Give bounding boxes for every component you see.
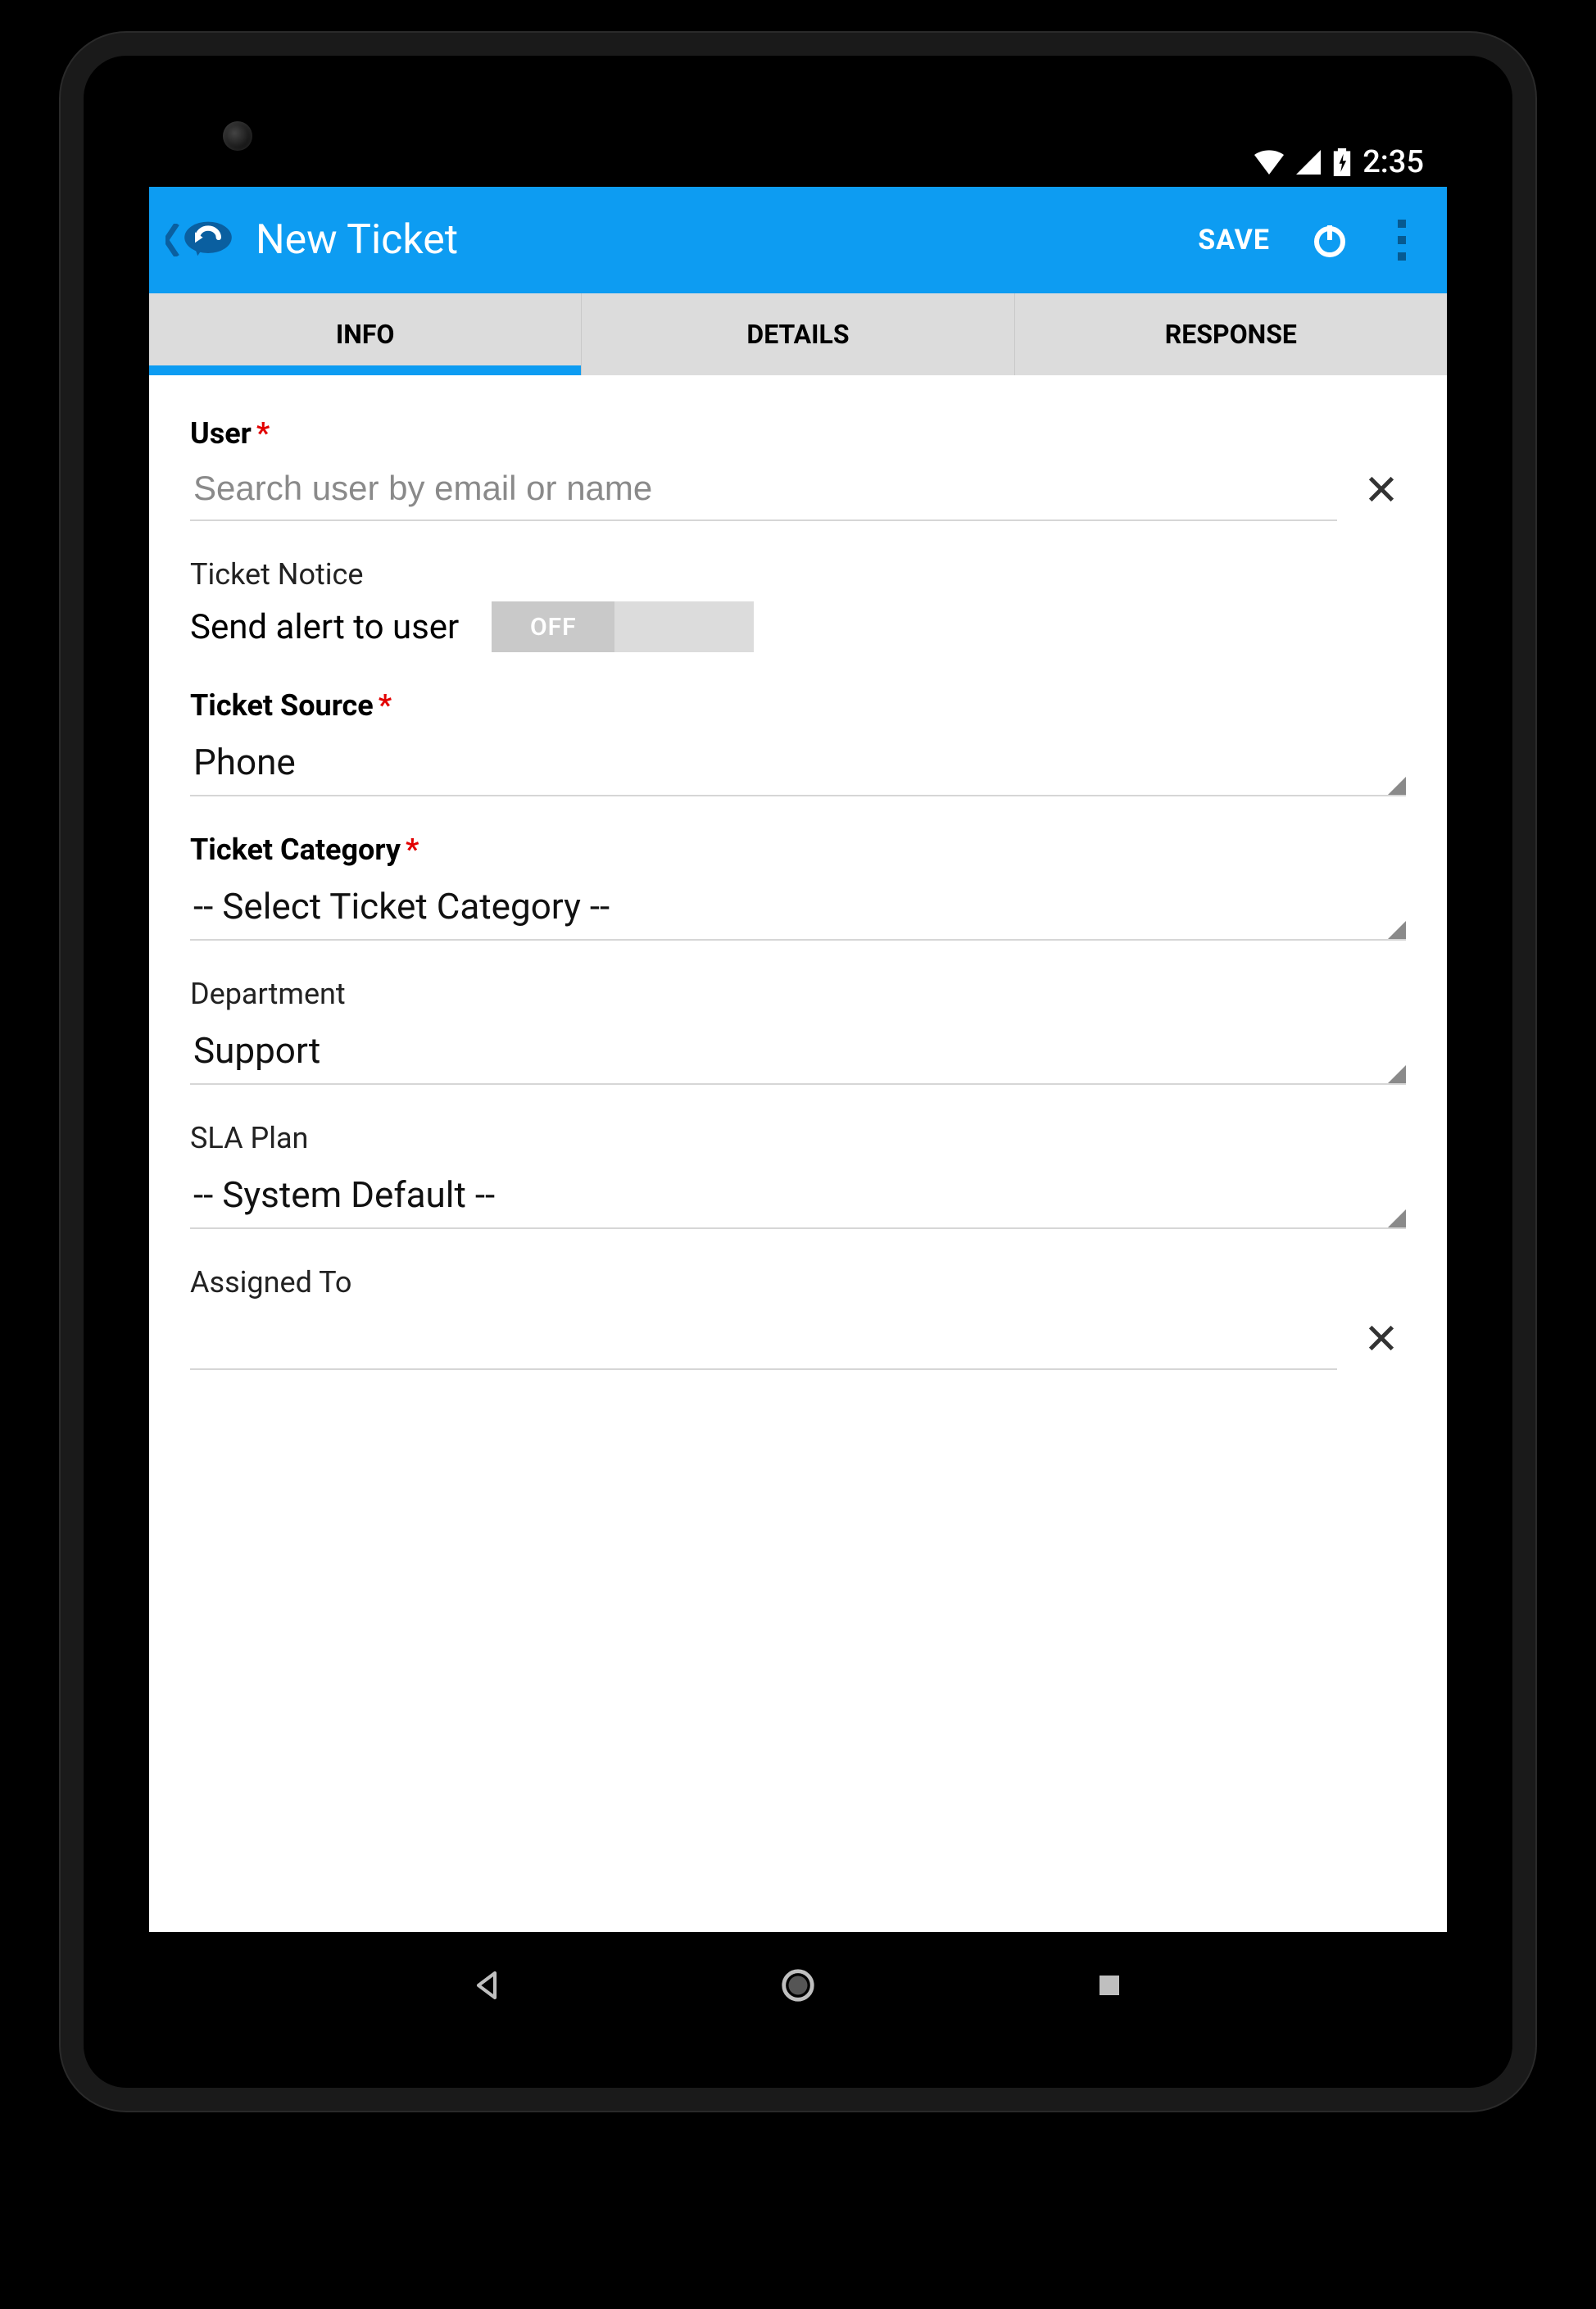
tab-label: RESPONSE bbox=[1165, 319, 1297, 350]
nav-recents-button[interactable] bbox=[1085, 1961, 1134, 2010]
nav-home-button[interactable] bbox=[773, 1961, 823, 2010]
tab-label: INFO bbox=[336, 319, 395, 350]
notice-toggle[interactable]: OFF bbox=[492, 601, 754, 652]
wifi-icon bbox=[1254, 150, 1284, 175]
clear-assigned-button[interactable] bbox=[1357, 1315, 1406, 1365]
app-bar: New Ticket SAVE bbox=[149, 187, 1447, 293]
app-logo-icon bbox=[182, 219, 234, 261]
form-content: User* Ticket Notice Send alert to user bbox=[149, 375, 1447, 1932]
field-sla-plan: SLA Plan -- System Default -- bbox=[190, 1121, 1406, 1229]
source-label: Ticket Source* bbox=[190, 688, 1406, 723]
source-select[interactable]: Phone bbox=[190, 733, 1406, 796]
tablet-frame: 2:35 New Ticket SAVE bbox=[61, 33, 1535, 2111]
back-button[interactable] bbox=[165, 219, 234, 261]
dropdown-caret-icon bbox=[1388, 777, 1406, 795]
circle-home-icon bbox=[779, 1967, 817, 2004]
square-recents-icon bbox=[1095, 1971, 1124, 2000]
field-ticket-notice: Ticket Notice Send alert to user OFF bbox=[190, 557, 1406, 652]
category-label: Ticket Category* bbox=[190, 832, 1406, 867]
source-value: Phone bbox=[193, 741, 1403, 783]
department-label: Department bbox=[190, 977, 1406, 1011]
field-ticket-category: Ticket Category* -- Select Ticket Catego… bbox=[190, 832, 1406, 941]
camera-dot bbox=[223, 121, 252, 151]
tab-label: DETAILS bbox=[746, 319, 849, 350]
battery-charging-icon bbox=[1333, 148, 1351, 176]
user-label: User* bbox=[190, 416, 1406, 451]
tab-bar: INFO DETAILS RESPONSE bbox=[149, 293, 1447, 375]
department-value: Support bbox=[193, 1029, 1403, 1072]
triangle-back-icon bbox=[470, 1969, 503, 2002]
overflow-menu-button[interactable] bbox=[1373, 220, 1431, 261]
power-icon bbox=[1310, 220, 1349, 260]
power-button[interactable] bbox=[1301, 220, 1358, 260]
sla-select[interactable]: -- System Default -- bbox=[190, 1165, 1406, 1229]
required-asterisk: * bbox=[406, 832, 419, 867]
sla-value: -- System Default -- bbox=[193, 1173, 1403, 1216]
user-search-input[interactable] bbox=[190, 460, 1337, 521]
more-vert-icon bbox=[1398, 220, 1406, 261]
dropdown-caret-icon bbox=[1388, 921, 1406, 939]
required-asterisk: * bbox=[379, 688, 392, 723]
dropdown-caret-icon bbox=[1388, 1065, 1406, 1083]
field-user: User* bbox=[190, 416, 1406, 521]
toggle-state: OFF bbox=[492, 601, 614, 652]
save-button[interactable]: SAVE bbox=[1181, 224, 1286, 256]
signal-icon bbox=[1295, 150, 1322, 175]
status-time: 2:35 bbox=[1362, 144, 1424, 180]
tab-info[interactable]: INFO bbox=[149, 293, 582, 375]
category-select[interactable]: -- Select Ticket Category -- bbox=[190, 877, 1406, 941]
assigned-label: Assigned To bbox=[190, 1265, 1406, 1300]
required-asterisk: * bbox=[256, 416, 270, 451]
android-nav-bar bbox=[149, 1932, 1447, 2039]
screen: 2:35 New Ticket SAVE bbox=[149, 138, 1447, 2039]
chevron-left-icon bbox=[165, 224, 180, 256]
nav-back-button[interactable] bbox=[462, 1961, 511, 2010]
field-department: Department Support bbox=[190, 977, 1406, 1085]
field-assigned-to: Assigned To bbox=[190, 1265, 1406, 1370]
status-bar: 2:35 bbox=[149, 138, 1447, 187]
department-select[interactable]: Support bbox=[190, 1021, 1406, 1085]
sla-label: SLA Plan bbox=[190, 1121, 1406, 1155]
tab-response[interactable]: RESPONSE bbox=[1015, 293, 1447, 375]
category-value: -- Select Ticket Category -- bbox=[193, 885, 1403, 928]
notice-text: Send alert to user bbox=[190, 607, 459, 647]
page-title: New Ticket bbox=[256, 216, 1167, 264]
close-icon bbox=[1365, 473, 1398, 506]
tab-details[interactable]: DETAILS bbox=[582, 293, 1014, 375]
clear-user-button[interactable] bbox=[1357, 466, 1406, 516]
notice-label: Ticket Notice bbox=[190, 557, 1406, 592]
assigned-input[interactable] bbox=[190, 1309, 1337, 1370]
close-icon bbox=[1365, 1322, 1398, 1354]
field-ticket-source: Ticket Source* Phone bbox=[190, 688, 1406, 796]
dropdown-caret-icon bbox=[1388, 1209, 1406, 1227]
